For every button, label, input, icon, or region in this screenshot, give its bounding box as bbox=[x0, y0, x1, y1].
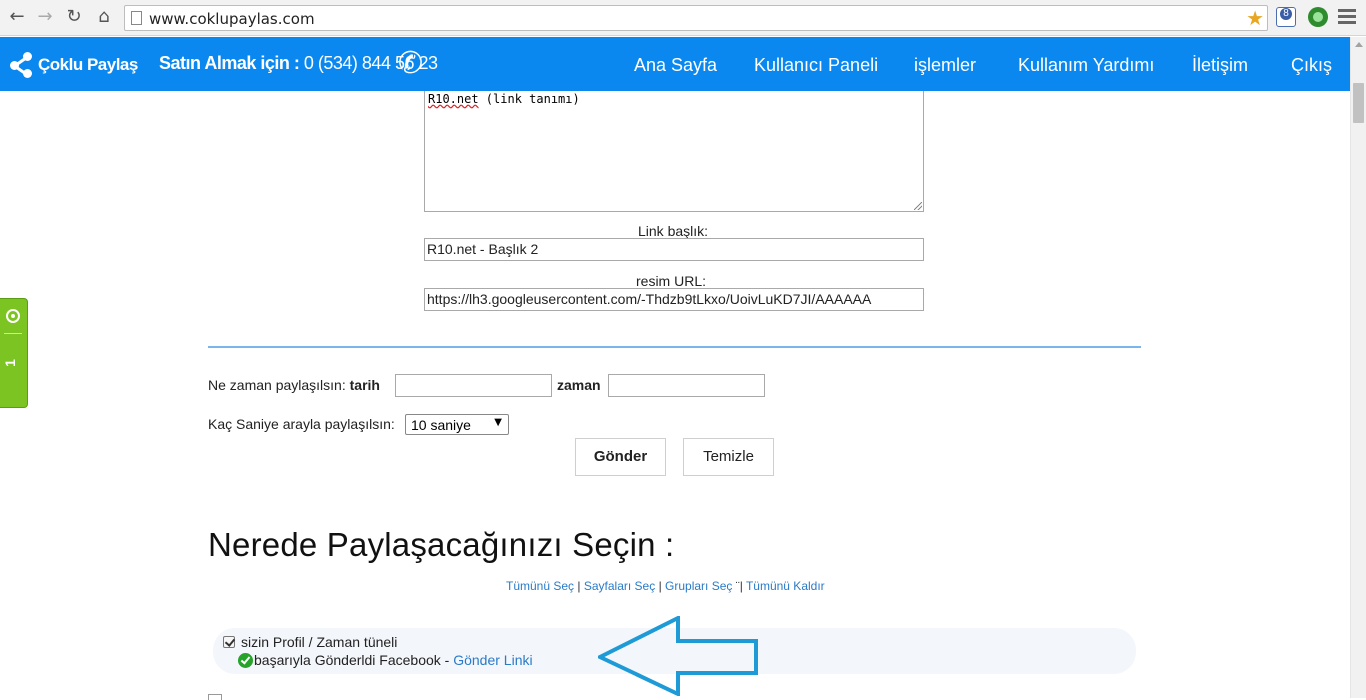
textarea-suffix: (link tanımı) bbox=[478, 92, 580, 106]
clear-button[interactable]: Temizle bbox=[683, 438, 774, 476]
address-bar[interactable]: www.coklupaylas.com ★ bbox=[124, 5, 1268, 31]
profile-label: sizin Profil / Zaman tüneli bbox=[241, 634, 398, 650]
link-description-textarea[interactable]: R10.net (link tanımı) bbox=[424, 91, 924, 212]
interval-selected: 10 saniye bbox=[411, 417, 471, 433]
select-all-link[interactable]: Tümünü Seç bbox=[506, 579, 574, 593]
phone-icon: ✆ bbox=[398, 46, 424, 81]
scroll-thumb[interactable] bbox=[1353, 83, 1364, 123]
status-line: başarıyla Gönderldi Facebook - Gönder Li… bbox=[254, 652, 533, 668]
nav-operations[interactable]: işlemler bbox=[914, 55, 976, 76]
extension-badge: 8 bbox=[1280, 8, 1292, 20]
phone-label: Satın Almak için : bbox=[159, 53, 300, 73]
nav-user-panel[interactable]: Kullanıcı Paneli bbox=[754, 55, 878, 76]
forward-icon[interactable]: → bbox=[34, 6, 56, 28]
image-url-input[interactable]: https://lh3.googleusercontent.com/-Thdzb… bbox=[424, 288, 924, 311]
sent-link[interactable]: Gönder Linki bbox=[453, 652, 532, 668]
side-widget-number: 1 bbox=[1, 359, 18, 367]
interval-select[interactable]: 10 saniye ▼ bbox=[405, 414, 509, 435]
resize-grip[interactable] bbox=[914, 202, 922, 210]
divider bbox=[208, 346, 1141, 348]
nav-home[interactable]: Ana Sayfa bbox=[634, 55, 717, 76]
selection-links: Tümünü Seç | Sayfaları Seç | Grupları Se… bbox=[506, 579, 825, 593]
schedule-label: Ne zaman paylaşılsın: tarih bbox=[208, 377, 380, 393]
deselect-all-link[interactable]: Tümünü Kaldır bbox=[746, 579, 825, 593]
nav-contact[interactable]: İletişim bbox=[1192, 55, 1248, 76]
link-title-label: Link başlık: bbox=[638, 223, 709, 239]
site-logo[interactable]: Çoklu Paylaş bbox=[10, 52, 138, 78]
back-icon[interactable]: ← bbox=[6, 6, 28, 28]
page-icon bbox=[131, 11, 142, 25]
page-scrollbar[interactable] bbox=[1350, 37, 1366, 698]
next-checkbox[interactable] bbox=[208, 694, 222, 700]
bookmark-star-icon[interactable]: ★ bbox=[1246, 6, 1264, 30]
logo-text: Çoklu Paylaş bbox=[38, 55, 138, 74]
status-text: başarıyla Gönderldi Facebook - bbox=[254, 652, 450, 668]
nav-logout[interactable]: Çıkış bbox=[1291, 55, 1332, 76]
extension-green-icon[interactable] bbox=[1308, 7, 1328, 27]
share-icon bbox=[10, 52, 34, 78]
chevron-down-icon: ▼ bbox=[494, 417, 502, 428]
menu-icon[interactable] bbox=[1338, 9, 1356, 27]
date-label: tarih bbox=[349, 377, 380, 393]
nav-help[interactable]: Kullanım Yardımı bbox=[1018, 55, 1154, 76]
scroll-up-icon[interactable] bbox=[1355, 42, 1363, 47]
date-input[interactable] bbox=[395, 374, 552, 397]
signal-icon bbox=[6, 309, 20, 323]
interval-label: Kaç Saniye arayla paylaşılsın: bbox=[208, 416, 395, 432]
targets-heading: Nerede Paylaşacağınızı Seçin : bbox=[208, 526, 675, 563]
image-url-label: resim URL: bbox=[636, 273, 707, 289]
extension-icon[interactable]: 8 bbox=[1276, 7, 1296, 27]
side-widget[interactable]: 1 bbox=[0, 298, 28, 408]
phone-info: Satın Almak için : 0 (534) 844 56 23 bbox=[159, 53, 438, 74]
when-label: Ne zaman paylaşılsın: bbox=[208, 377, 346, 393]
site-header: Çoklu Paylaş Satın Almak için : 0 (534) … bbox=[0, 37, 1350, 91]
time-input[interactable] bbox=[608, 374, 765, 397]
textarea-prefix: R10.net bbox=[428, 92, 479, 106]
select-pages-link[interactable]: Sayfaları Seç bbox=[584, 579, 655, 593]
time-label: zaman bbox=[557, 377, 601, 393]
pointer-arrow-icon bbox=[598, 616, 758, 696]
profile-checkbox[interactable] bbox=[223, 636, 235, 648]
link-title-input[interactable]: R10.net - Başlık 2 bbox=[424, 238, 924, 261]
browser-toolbar: ← → ↻ ⌂ www.coklupaylas.com ★ 8 bbox=[0, 0, 1366, 36]
home-icon[interactable]: ⌂ bbox=[93, 6, 115, 28]
reload-icon[interactable]: ↻ bbox=[63, 6, 85, 28]
submit-button[interactable]: Gönder bbox=[575, 438, 666, 476]
success-check-icon bbox=[238, 653, 253, 668]
select-groups-link[interactable]: Grupları Seç bbox=[665, 579, 732, 593]
url-text: www.coklupaylas.com bbox=[149, 10, 315, 28]
